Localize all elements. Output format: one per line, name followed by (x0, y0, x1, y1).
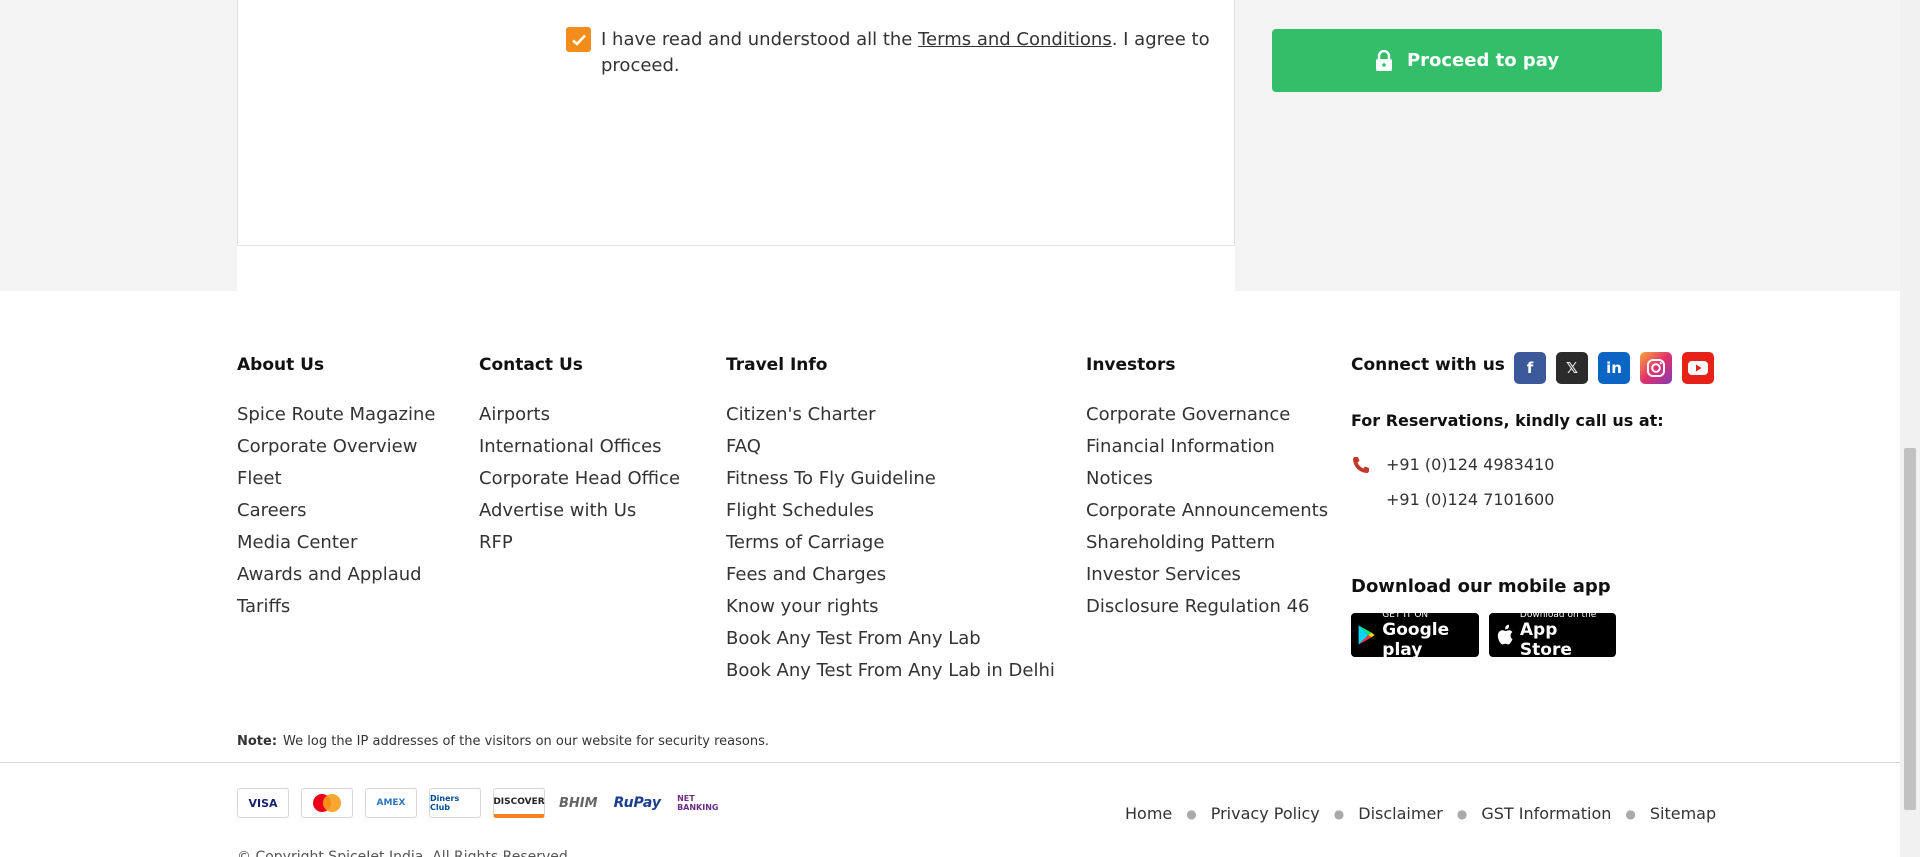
copyright-text: © Copyright SpiceJet India. All Rights R… (237, 849, 573, 857)
contact-link[interactable]: International Offices (479, 431, 680, 463)
google-play-big: Google play (1382, 620, 1450, 660)
travel-link[interactable]: FAQ (726, 431, 1055, 463)
investors-link[interactable]: Corporate Governance (1086, 399, 1328, 431)
contact-link[interactable]: Advertise with Us (479, 495, 680, 527)
sitemap-link[interactable]: Sitemap (1650, 804, 1716, 823)
about-link[interactable]: Corporate Overview (237, 431, 435, 463)
about-link[interactable]: Media Center (237, 527, 435, 559)
terms-and-conditions-link[interactable]: Terms and Conditions (918, 29, 1112, 50)
connect-title: Connect with us (1351, 355, 1505, 375)
terms-checkbox[interactable] (566, 27, 591, 52)
contact-link[interactable]: Corporate Head Office (479, 463, 680, 495)
about-link[interactable]: Awards and Applaud (237, 559, 435, 591)
payment-methods: VISA AMEX Diners Club DISCOVER BHIM RuPa… (237, 788, 728, 818)
contact-link[interactable]: RFP (479, 527, 680, 559)
mobile-app-title: Download our mobile app (1351, 576, 1611, 597)
youtube-icon[interactable] (1682, 352, 1714, 384)
footer-travel-column: Travel Info Citizen's Charter FAQ Fitnes… (726, 355, 1055, 687)
terms-text-before: I have read and understood all the (601, 29, 919, 50)
footer-contact-column: Contact Us Airports International Office… (479, 355, 680, 559)
phone-number-2[interactable]: +91 (0)124 7101600 (1386, 490, 1554, 509)
separator-dot: ● (1333, 806, 1345, 821)
gst-information-link[interactable]: GST Information (1481, 804, 1611, 823)
terms-agreement: I have read and understood all the Terms… (566, 27, 1211, 79)
separator-dot: ● (1456, 806, 1468, 821)
separator-dot: ● (1186, 806, 1197, 821)
travel-link[interactable]: Fitness To Fly Guideline (726, 463, 1055, 495)
privacy-policy-link[interactable]: Privacy Policy (1211, 804, 1320, 823)
visa-logo: VISA (237, 788, 289, 818)
note-label: Note: (237, 734, 278, 749)
terms-text: I have read and understood all the Terms… (601, 27, 1211, 79)
google-play-small: GET IT ON (1382, 610, 1429, 620)
investors-link[interactable]: Shareholding Pattern (1086, 527, 1328, 559)
about-link[interactable]: Tariffs (237, 591, 435, 623)
app-store-button[interactable]: Download on the App Store (1489, 610, 1616, 660)
investors-link[interactable]: Disclosure Regulation 46 (1086, 591, 1328, 623)
travel-title: Travel Info (726, 355, 828, 375)
instagram-icon[interactable] (1640, 352, 1672, 384)
rupay-logo: RuPay (611, 788, 664, 818)
disclaimer-link[interactable]: Disclaimer (1358, 804, 1443, 823)
investors-link[interactable]: Investor Services (1086, 559, 1328, 591)
proceed-to-pay-button[interactable]: Proceed to pay (1272, 29, 1662, 92)
bottom-links: Home ● Privacy Policy ● Disclaimer ● GST… (1125, 804, 1716, 823)
contact-title: Contact Us (479, 355, 583, 375)
net-banking-logo: NET BANKING (675, 788, 728, 818)
app-store-big: App Store (1519, 620, 1572, 660)
facebook-icon[interactable]: f (1514, 352, 1546, 384)
note-text: We log the IP addresses of the visitors … (283, 734, 770, 749)
scrollbar[interactable] (1900, 0, 1920, 857)
travel-link[interactable]: Citizen's Charter (726, 399, 1055, 431)
x-icon[interactable]: 𝕏 (1556, 352, 1588, 384)
phone-number-1[interactable]: +91 (0)124 4983410 (1386, 455, 1554, 474)
travel-link[interactable]: Book Any Test From Any Lab in Delhi (726, 655, 1055, 687)
investors-link[interactable]: Corporate Announcements (1086, 495, 1328, 527)
discover-logo: DISCOVER (493, 788, 545, 818)
left-panel (237, 0, 524, 246)
phone-icon (1351, 455, 1371, 479)
google-play-icon (1358, 625, 1375, 645)
checkmark-icon (571, 34, 586, 46)
app-store-small: Download on the (1519, 610, 1597, 620)
about-link[interactable]: Careers (237, 495, 435, 527)
about-title: About Us (237, 355, 325, 375)
travel-link[interactable]: Terms of Carriage (726, 527, 1055, 559)
investors-link[interactable]: Notices (1086, 463, 1328, 495)
contact-link[interactable]: Airports (479, 399, 680, 431)
social-icons: f 𝕏 in (1514, 352, 1714, 384)
bhim-logo: BHIM (557, 788, 600, 818)
about-link[interactable]: Fleet (237, 463, 435, 495)
proceed-to-pay-label: Proceed to pay (1406, 50, 1560, 71)
amex-logo: AMEX (365, 788, 417, 818)
investors-title: Investors (1086, 355, 1176, 375)
diners-club-logo: Diners Club (429, 788, 481, 818)
reservations-text: For Reservations, kindly call us at: (1351, 411, 1664, 430)
security-note: Note: We log the IP addresses of the visi… (237, 734, 769, 749)
apple-icon (1497, 624, 1513, 645)
footer-investors-column: Investors Corporate Governance Financial… (1086, 355, 1328, 623)
investors-link[interactable]: Financial Information (1086, 431, 1328, 463)
mastercard-logo (301, 788, 353, 818)
google-play-button[interactable]: GET IT ON Google play (1351, 610, 1479, 660)
footer-about-column: About Us Spice Route Magazine Corporate … (237, 355, 435, 623)
travel-link[interactable]: Know your rights (726, 591, 1055, 623)
footer-divider (0, 762, 1900, 763)
travel-link[interactable]: Flight Schedules (726, 495, 1055, 527)
travel-link[interactable]: Fees and Charges (726, 559, 1055, 591)
lock-icon (1375, 49, 1392, 71)
travel-link[interactable]: Book Any Test From Any Lab (726, 623, 1055, 655)
about-link[interactable]: Spice Route Magazine (237, 399, 435, 431)
linkedin-icon[interactable]: in (1598, 352, 1630, 384)
separator-dot: ● (1625, 806, 1636, 821)
home-link[interactable]: Home (1125, 804, 1172, 823)
scrollbar-thumb[interactable] (1904, 448, 1916, 810)
